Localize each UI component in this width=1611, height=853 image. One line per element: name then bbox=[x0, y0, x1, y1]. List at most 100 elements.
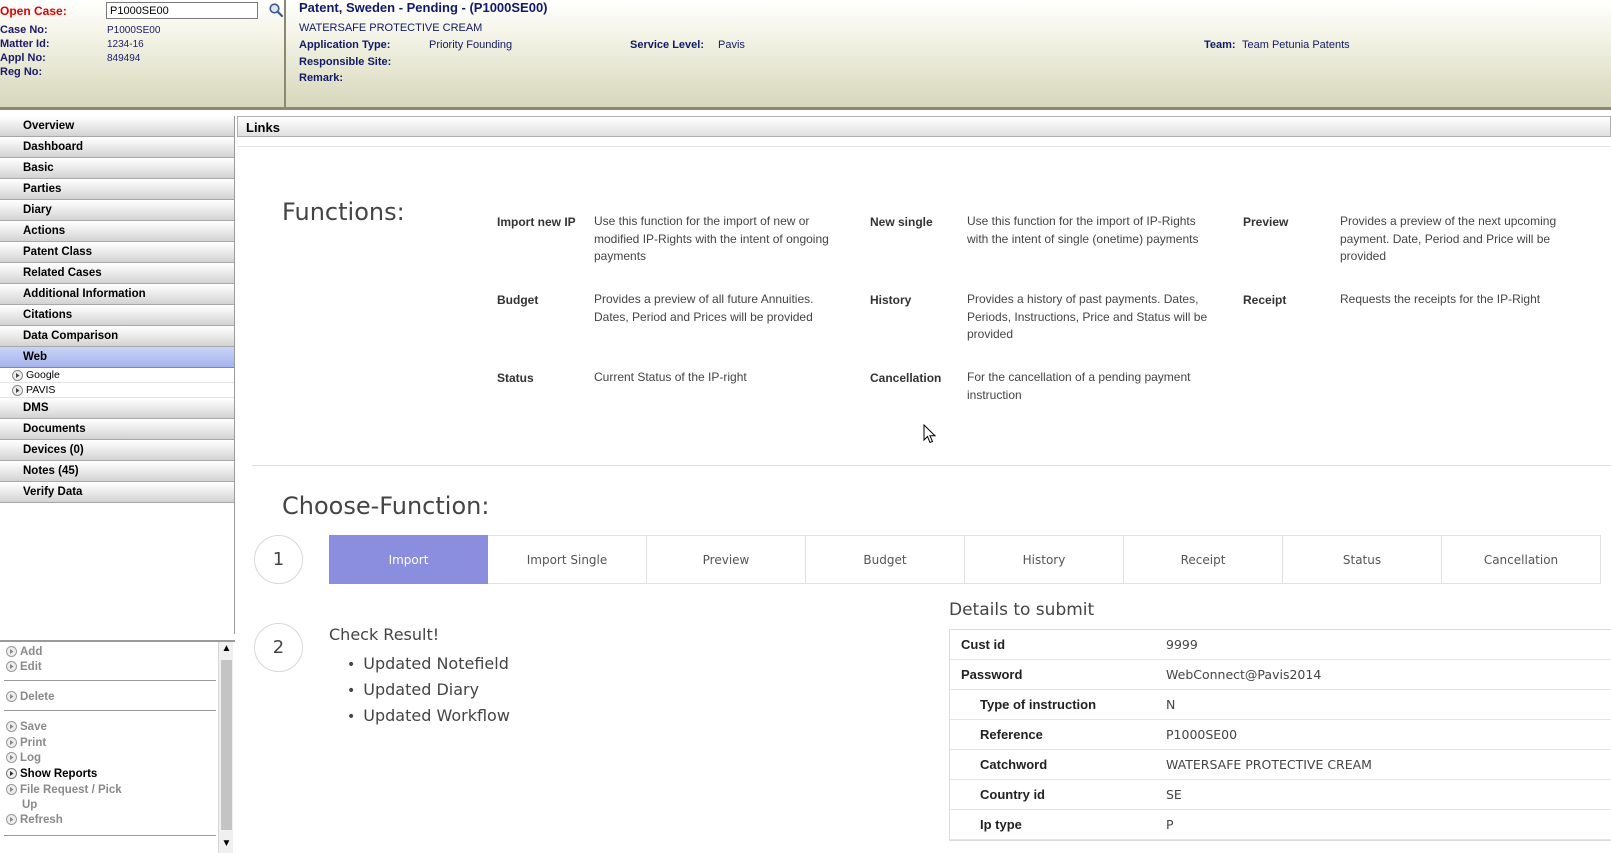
refresh-action-label: Refresh bbox=[20, 814, 63, 826]
step-number: 1 bbox=[254, 535, 303, 584]
tab-budget[interactable]: Budget bbox=[806, 535, 965, 584]
function-description: Provides a history of past payments. Dat… bbox=[967, 292, 1208, 341]
case-subtitle: WATERSAFE PROTECTIVE CREAM bbox=[299, 22, 483, 34]
choose-function-title: Choose-Function: bbox=[282, 492, 490, 520]
functions-title: Functions: bbox=[282, 198, 405, 226]
case-no-label: Case No: bbox=[0, 24, 48, 36]
check-result-list: Updated Notefield Updated Diary Updated … bbox=[347, 651, 510, 729]
detail-value: P bbox=[1166, 817, 1174, 832]
appl-no-label: Appl No: bbox=[0, 52, 46, 64]
show-reports-action[interactable]: Show Reports bbox=[6, 768, 97, 780]
sidebar-item-documents[interactable]: Documents bbox=[0, 419, 234, 440]
list-item: Updated Workflow bbox=[347, 703, 510, 729]
function-name: Budget bbox=[497, 293, 539, 307]
case-header: Open Case: Case No: P1000SE00 Matter Id:… bbox=[0, 0, 1611, 110]
print-action[interactable]: Print bbox=[6, 737, 46, 749]
open-case-input[interactable] bbox=[106, 2, 258, 19]
delete-action[interactable]: Delete bbox=[6, 691, 55, 703]
sidebar-item-citations[interactable]: Citations bbox=[0, 305, 234, 326]
log-action[interactable]: Log bbox=[6, 752, 41, 764]
reg-no-label: Reg No: bbox=[0, 66, 43, 78]
main-content: Links Functions: Import new IP Use this … bbox=[237, 116, 1611, 853]
scroll-up-icon[interactable]: ▲ bbox=[221, 642, 232, 656]
sidebar-subitem-pavis[interactable]: PAVIS bbox=[0, 383, 234, 398]
action-arrow-icon bbox=[6, 691, 17, 702]
sidebar-item-basic[interactable]: Basic bbox=[0, 158, 234, 179]
table-row: Password WebConnect@Pavis2014 bbox=[950, 660, 1611, 690]
detail-key: Password bbox=[961, 667, 1023, 682]
tab-import-single[interactable]: Import Single bbox=[488, 535, 647, 584]
sidebar-item-related-cases[interactable]: Related Cases bbox=[0, 263, 234, 284]
function-description: Current Status of the IP-right bbox=[594, 370, 747, 384]
case-title: Patent, Sweden - Pending - (P1000SE00) bbox=[299, 0, 548, 15]
detail-key: Reference bbox=[980, 727, 1043, 742]
function-name: Cancellation bbox=[870, 371, 942, 385]
case-panel: Open Case: Case No: P1000SE00 Matter Id:… bbox=[0, 0, 286, 107]
case-info-panel: Patent, Sweden - Pending - (P1000SE00) W… bbox=[299, 0, 1611, 107]
action-arrow-icon bbox=[6, 661, 17, 672]
scroll-thumb[interactable] bbox=[221, 660, 232, 830]
links-divider bbox=[237, 146, 1611, 147]
tab-history[interactable]: History bbox=[965, 535, 1124, 584]
list-item: Updated Notefield bbox=[347, 651, 510, 677]
table-row: Type of instruction N bbox=[950, 690, 1611, 720]
action-divider bbox=[4, 680, 216, 681]
action-panel-scrollbar[interactable]: ▲ ▼ bbox=[218, 642, 233, 853]
sidebar-item-dms[interactable]: DMS bbox=[0, 398, 234, 419]
detail-key: Catchword bbox=[980, 757, 1048, 772]
action-arrow-icon bbox=[6, 721, 17, 732]
detail-key: Cust id bbox=[961, 637, 1006, 652]
sidebar-item-additional-information[interactable]: Additional Information bbox=[0, 284, 234, 305]
sidebar-item-data-comparison[interactable]: Data Comparison bbox=[0, 326, 234, 347]
detail-key: Ip type bbox=[980, 817, 1022, 832]
tab-preview[interactable]: Preview bbox=[647, 535, 806, 584]
application-type-label: Application Type: bbox=[299, 39, 391, 51]
mouse-cursor-icon bbox=[923, 424, 937, 444]
sidebar-item-web[interactable]: Web bbox=[0, 347, 234, 368]
sidebar-item-verify-data[interactable]: Verify Data bbox=[0, 482, 234, 503]
search-icon[interactable] bbox=[268, 2, 284, 18]
detail-value: N bbox=[1166, 697, 1176, 712]
table-row: Reference P1000SE00 bbox=[950, 720, 1611, 750]
service-level-label: Service Level: bbox=[630, 39, 704, 51]
sidebar-item-dashboard[interactable]: Dashboard bbox=[0, 137, 234, 158]
function-name: Receipt bbox=[1243, 293, 1287, 307]
edit-action[interactable]: Edit bbox=[6, 661, 42, 673]
action-divider bbox=[4, 835, 216, 836]
detail-value: 9999 bbox=[1166, 637, 1198, 652]
action-arrow-icon bbox=[6, 752, 17, 763]
save-action[interactable]: Save bbox=[6, 721, 47, 733]
sidebar-item-actions[interactable]: Actions bbox=[0, 221, 234, 242]
delete-action-label: Delete bbox=[20, 691, 55, 703]
appl-no-value: 849494 bbox=[107, 53, 141, 64]
tab-import[interactable]: Import bbox=[329, 535, 488, 584]
tab-cancellation[interactable]: Cancellation bbox=[1442, 535, 1601, 584]
file-request-action-line2: Up bbox=[22, 799, 38, 811]
action-arrow-icon bbox=[6, 784, 17, 795]
sidebar-item-parties[interactable]: Parties bbox=[0, 179, 234, 200]
sidebar-item-patent-class[interactable]: Patent Class bbox=[0, 242, 234, 263]
sidebar-item-overview[interactable]: Overview bbox=[0, 116, 234, 137]
file-request-action[interactable]: File Request / Pick bbox=[6, 784, 122, 796]
edit-action-label: Edit bbox=[20, 661, 42, 673]
action-divider bbox=[4, 710, 216, 711]
add-action-label: Add bbox=[20, 646, 43, 658]
function-name: Import new IP bbox=[497, 215, 576, 229]
tab-receipt[interactable]: Receipt bbox=[1124, 535, 1283, 584]
function-name: Preview bbox=[1243, 215, 1289, 229]
scroll-down-icon[interactable]: ▼ bbox=[221, 837, 232, 851]
expand-arrow-icon bbox=[12, 385, 23, 396]
sidebar-subitem-google[interactable]: Google bbox=[0, 368, 234, 383]
sidebar-item-notes[interactable]: Notes (45) bbox=[0, 461, 234, 482]
function-name: New single bbox=[870, 215, 933, 229]
show-reports-action-label: Show Reports bbox=[20, 768, 98, 780]
tab-status[interactable]: Status bbox=[1283, 535, 1442, 584]
add-action[interactable]: Add bbox=[6, 646, 42, 658]
sidebar-item-diary[interactable]: Diary bbox=[0, 200, 234, 221]
details-table: Cust id 9999 Password WebConnect@Pavis2014… bbox=[949, 629, 1611, 841]
function-name: History bbox=[870, 293, 912, 307]
sidebar-item-devices[interactable]: Devices (0) bbox=[0, 440, 234, 461]
table-row: Ip type P bbox=[950, 810, 1611, 840]
refresh-action[interactable]: Refresh bbox=[6, 814, 63, 826]
action-arrow-icon bbox=[6, 814, 17, 825]
